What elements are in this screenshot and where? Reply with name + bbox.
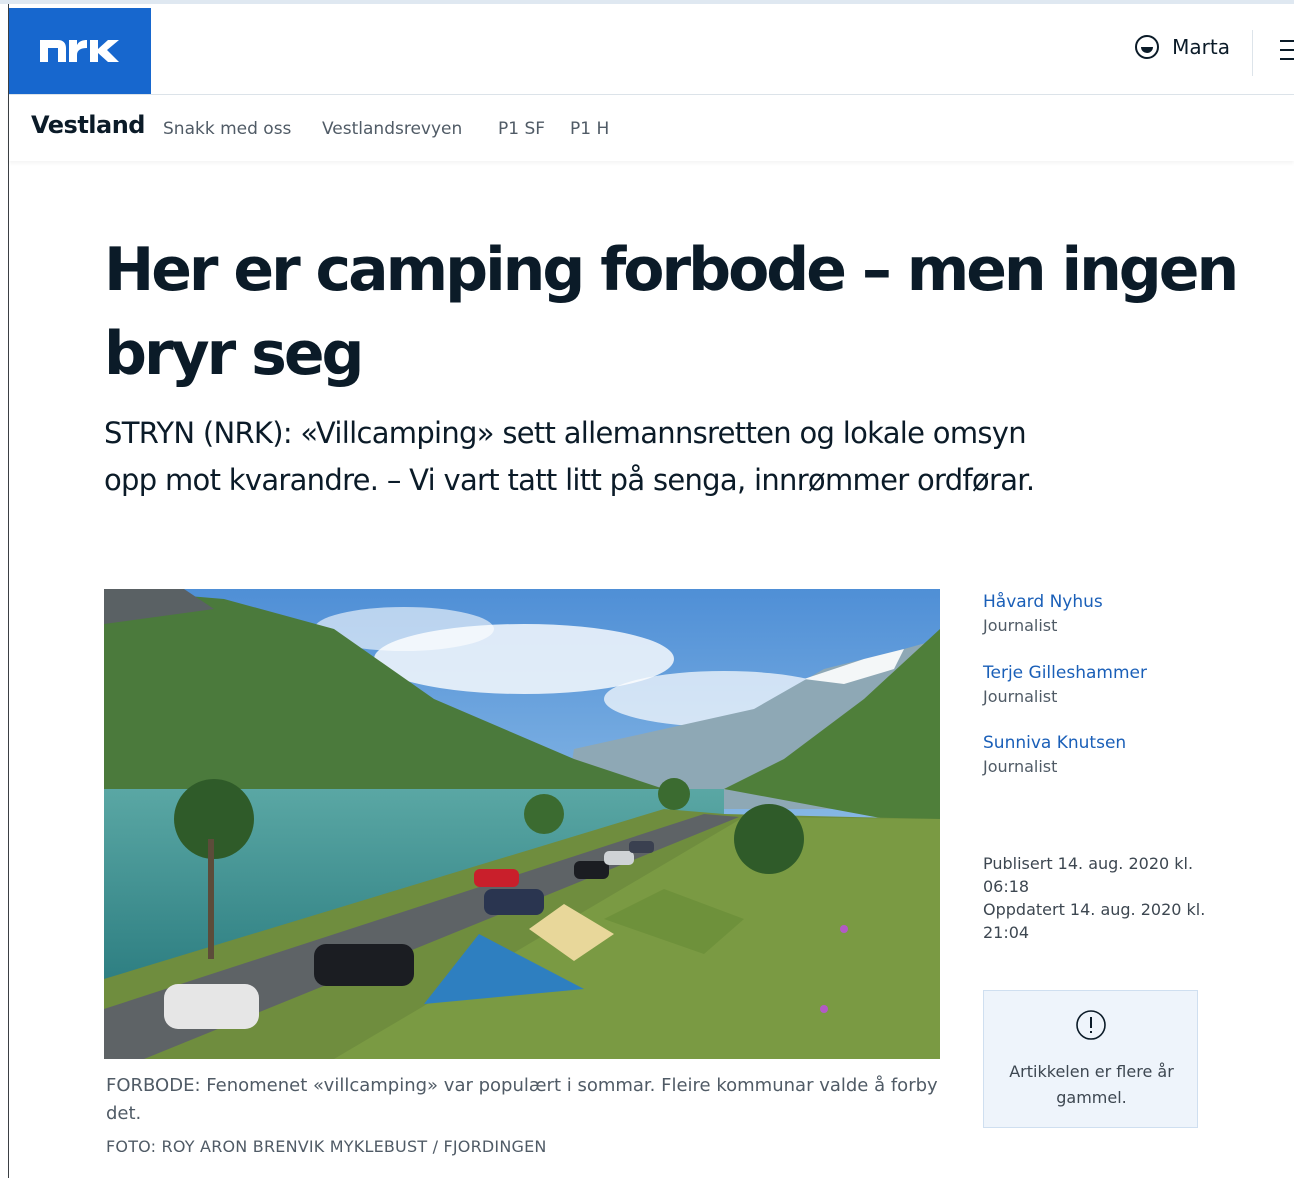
user-name: Marta (1172, 35, 1230, 59)
author-block: Håvard Nyhus Journalist (983, 590, 1243, 638)
article-image[interactable] (104, 589, 940, 1059)
header-divider (1252, 30, 1253, 76)
user-face-icon (1135, 35, 1160, 59)
image-credit: FOTO: ROY ARON BRENVIK MYKLEBUST / FJORD… (106, 1137, 547, 1156)
nav-link-p1-sf[interactable]: P1 SF (498, 119, 545, 139)
user-menu[interactable]: Marta (1134, 34, 1230, 60)
author-name[interactable]: Terje Gilleshammer (983, 661, 1243, 685)
notice-text: Artikkelen er flere år gammel. (1009, 1062, 1174, 1107)
nrk-logo-icon (40, 40, 119, 62)
updated-date: Oppdatert 14. aug. 2020 kl. 21:04 (983, 900, 1206, 942)
nav-link-p1-h[interactable]: P1 H (570, 119, 609, 139)
image-caption: FORBODE: Fenomenet «villcamping» var pop… (106, 1075, 938, 1124)
site-header: Marta (9, 4, 1294, 95)
author-name[interactable]: Håvard Nyhus (983, 590, 1243, 614)
nav-link-snakk-med-oss[interactable]: Snakk med oss (163, 119, 291, 139)
article-title: Her er camping forbode – men ingen bryr … (104, 235, 1239, 389)
section-title[interactable]: Vestland (31, 111, 145, 139)
author-role: Journalist (983, 616, 1058, 635)
author-name[interactable]: Sunniva Knutsen (983, 731, 1243, 755)
author-block: Sunniva Knutsen Journalist (983, 731, 1243, 779)
window-edge (8, 4, 9, 1178)
old-article-notice: Artikkelen er flere år gammel. (983, 990, 1198, 1128)
published-date: Publisert 14. aug. 2020 kl. 06:18 (983, 854, 1194, 896)
author-block: Terje Gilleshammer Journalist (983, 661, 1243, 709)
nav-link-vestlandsrevyen[interactable]: Vestlandsrevyen (322, 119, 462, 139)
nrk-logo[interactable] (9, 8, 151, 94)
camping-landscape-photo (104, 589, 940, 1059)
article-dates: Publisert 14. aug. 2020 kl. 06:18 Oppdat… (983, 852, 1233, 944)
exclamation-circle-icon (1076, 1010, 1106, 1040)
author-role: Journalist (983, 687, 1058, 706)
article-lead: STRYN (NRK): «Villcamping» sett allemann… (104, 416, 1035, 497)
hamburger-icon[interactable] (1280, 40, 1294, 64)
region-nav: Vestland Snakk med oss Vestlandsrevyen P… (9, 95, 1294, 161)
author-role: Journalist (983, 757, 1058, 776)
